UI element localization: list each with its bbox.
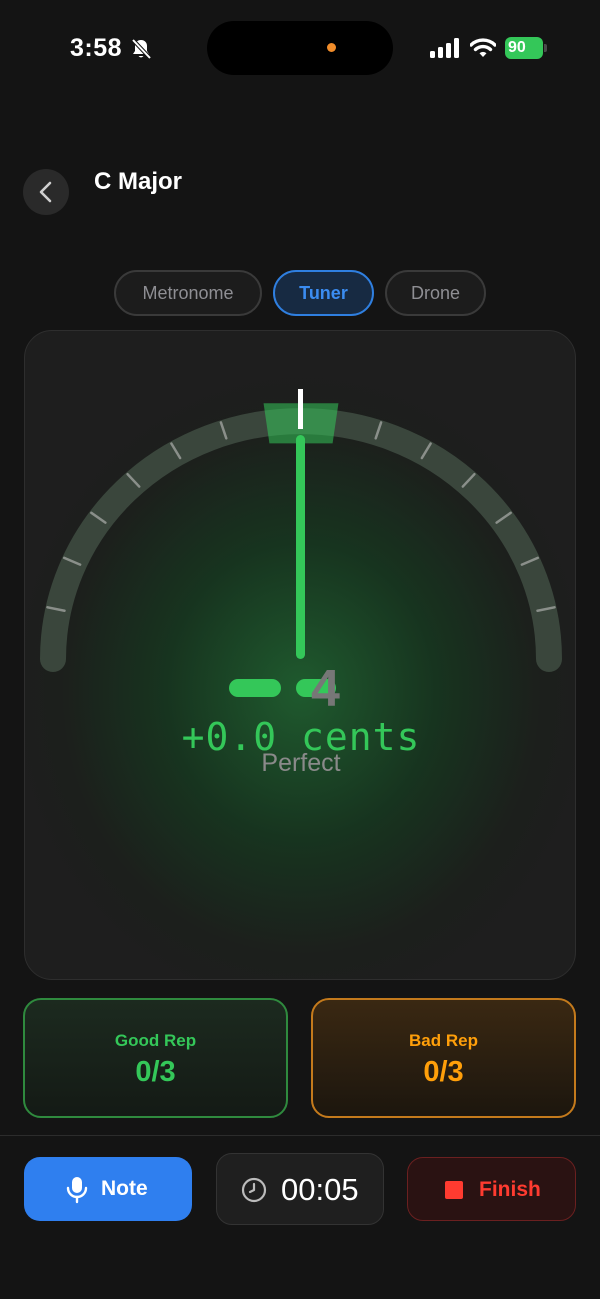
bad-rep-count: 0/3: [423, 1056, 464, 1088]
tab-drone[interactable]: Drone: [385, 270, 486, 316]
dynamic-island: [207, 21, 393, 75]
tuner-needle: [296, 435, 305, 659]
center-marker: [298, 389, 303, 429]
note-button[interactable]: Note: [24, 1157, 192, 1221]
finish-button-label: Finish: [479, 1178, 541, 1201]
bad-rep-button[interactable]: Bad Rep 0/3: [311, 998, 576, 1118]
tuner-panel: 4 +0.0 cents Perfect: [24, 330, 576, 980]
note-button-label: Note: [101, 1177, 148, 1200]
good-rep-count: 0/3: [135, 1056, 176, 1088]
tuner-gauge: [40, 389, 562, 672]
session-timer: 00:05: [216, 1153, 384, 1225]
good-rep-label: Good Rep: [114, 1031, 197, 1050]
bell-slash-icon: [131, 38, 152, 60]
page-title: C Major: [94, 168, 183, 195]
tab-tuner[interactable]: Tuner: [273, 270, 374, 316]
finish-button[interactable]: Finish: [407, 1157, 576, 1221]
clock-icon: [241, 1177, 267, 1203]
chevron-left-icon: [39, 181, 52, 203]
octave-number: 4: [311, 660, 340, 718]
battery-tip: [544, 44, 547, 52]
divider: [0, 1135, 600, 1136]
timer-value: 00:05: [281, 1172, 359, 1207]
tuning-status: Perfect: [261, 749, 341, 777]
wifi-icon: [470, 38, 496, 57]
signal-icon: [430, 38, 459, 58]
battery-charging-icon: 90: [505, 37, 543, 59]
back-button[interactable]: [23, 169, 69, 215]
tab-metronome[interactable]: Metronome: [114, 270, 262, 316]
microphone-icon: [66, 1177, 88, 1204]
good-rep-button[interactable]: Good Rep 0/3: [23, 998, 288, 1118]
flat-indicator: [229, 679, 281, 697]
status-time: 3:58: [70, 34, 123, 62]
privacy-indicator: [327, 43, 336, 52]
bad-rep-label: Bad Rep: [409, 1031, 478, 1050]
status-bar: 3:58 90: [0, 0, 600, 100]
stop-icon: [445, 1181, 463, 1199]
